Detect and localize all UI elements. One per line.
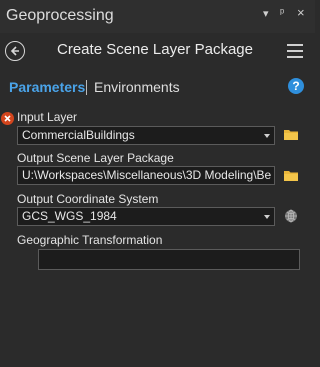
error-icon	[1, 112, 14, 125]
output-cs-value: GCS_WGS_1984	[22, 209, 117, 223]
globe-icon[interactable]	[284, 209, 298, 223]
dropdown-arrow-icon	[264, 134, 270, 138]
close-icon[interactable]: ×	[297, 5, 305, 20]
help-icon[interactable]: ?	[288, 78, 304, 94]
back-arrow-icon	[10, 46, 19, 56]
output-cs-label: Output Coordinate System	[17, 192, 159, 206]
pane-menu-icon[interactable]: ▾	[263, 7, 269, 20]
geo-transform-label: Geographic Transformation	[17, 233, 163, 247]
tab-environments[interactable]: Environments	[94, 79, 180, 95]
input-layer-value: CommercialBuildings	[22, 128, 135, 142]
input-layer-label: Input Layer	[17, 110, 78, 124]
output-package-value: U:\Workspaces\Miscellaneous\3D Modeling\…	[22, 168, 272, 182]
output-package-input[interactable]: U:\Workspaces\Miscellaneous\3D Modeling\…	[17, 166, 275, 185]
hamburger-menu-icon[interactable]	[287, 44, 303, 58]
tab-parameters[interactable]: Parameters	[9, 79, 85, 95]
tool-title: Create Scene Layer Package	[57, 41, 253, 58]
tab-divider	[86, 80, 87, 95]
input-layer-dropdown[interactable]: CommercialBuildings	[17, 126, 275, 145]
geo-transform-input[interactable]	[38, 249, 300, 270]
geoprocessing-pane: Geoprocessing ▾ ᵖ × Create Scene Layer P…	[0, 0, 315, 367]
output-cs-dropdown[interactable]: GCS_WGS_1984	[17, 207, 275, 226]
pin-icon[interactable]: ᵖ	[280, 7, 284, 19]
tool-header: Create Scene Layer Package	[0, 33, 315, 71]
folder-icon[interactable]	[283, 169, 299, 182]
folder-icon[interactable]	[283, 128, 299, 141]
back-button[interactable]	[5, 41, 25, 61]
output-package-label: Output Scene Layer Package	[17, 151, 174, 165]
tab-bar: Parameters Environments ?	[0, 72, 315, 102]
dropdown-arrow-icon	[264, 215, 270, 219]
pane-title: Geoprocessing	[6, 7, 114, 24]
pane-title-bar: Geoprocessing ▾ ᵖ ×	[0, 0, 315, 33]
